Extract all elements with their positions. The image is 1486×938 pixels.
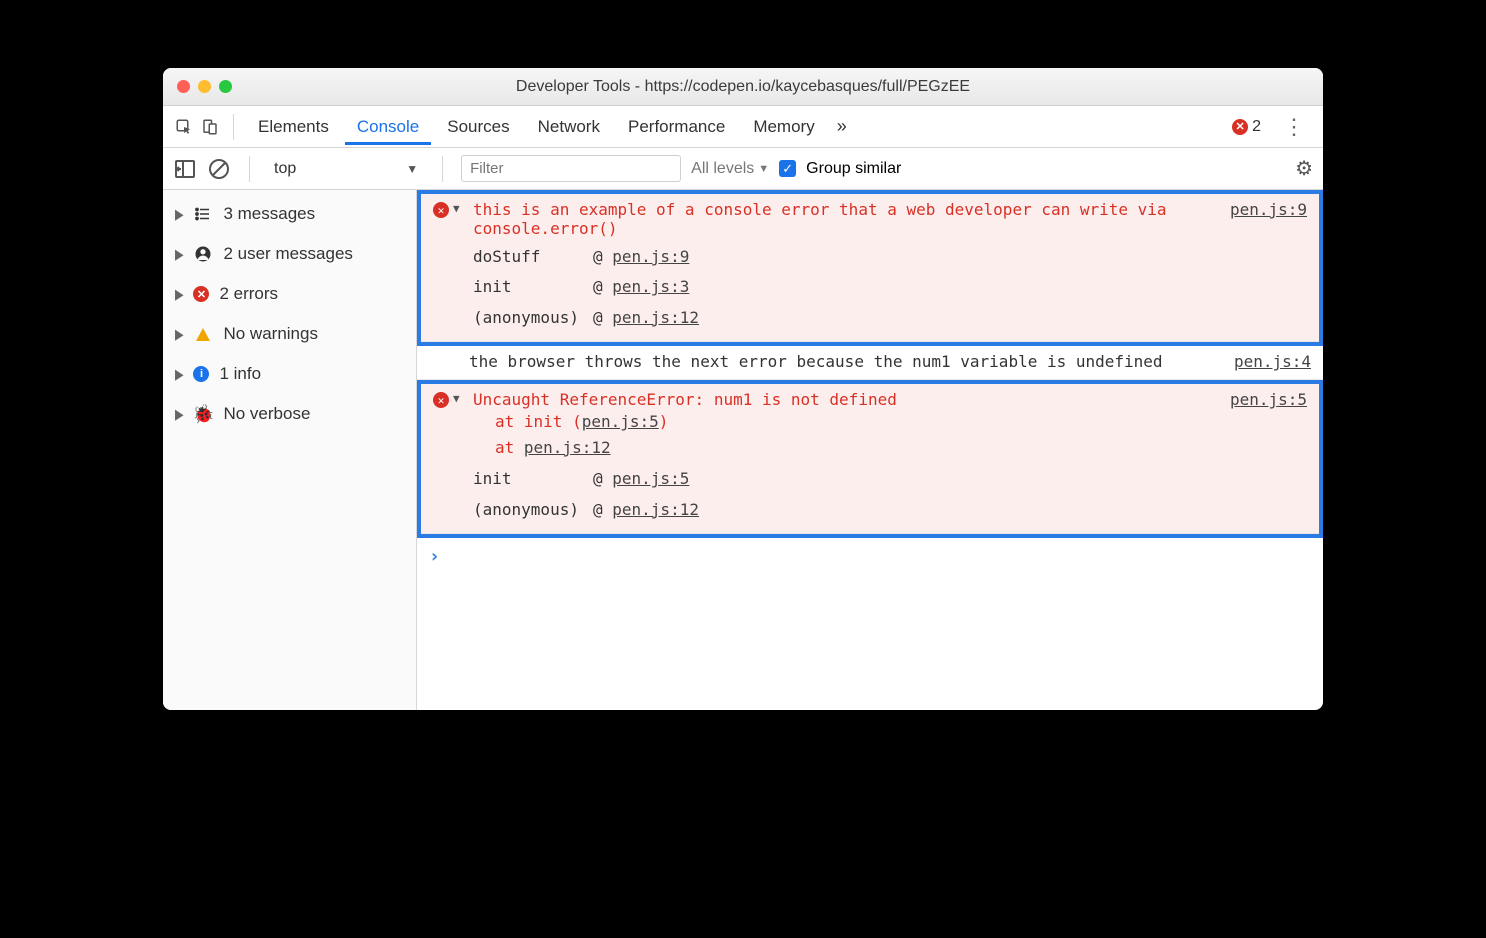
error-icon: ✕	[433, 392, 449, 408]
highlighted-error-1: ✕ ▼ pen.js:9 this is an example of a con…	[417, 190, 1323, 346]
main-tabbar: Elements Console Sources Network Perform…	[163, 106, 1323, 148]
source-link[interactable]: pen.js:9	[1230, 200, 1307, 219]
sidebar-item-label: No warnings	[223, 324, 318, 344]
sidebar-item-label: 1 info	[219, 364, 261, 384]
log-levels-dropdown[interactable]: All levels ▼	[691, 160, 769, 178]
bug-icon: 🐞	[193, 404, 213, 424]
source-link[interactable]: pen.js:5	[582, 412, 659, 431]
dropdown-arrow-icon: ▼	[758, 163, 769, 175]
info-message-text: the browser throws the next error becaus…	[457, 352, 1311, 371]
group-similar-checkbox[interactable]: ✓	[779, 160, 796, 177]
list-icon	[193, 204, 213, 224]
collapse-icon[interactable]: ▼	[453, 392, 460, 405]
error-count: 2	[1252, 118, 1261, 136]
source-link[interactable]: pen.js:12	[612, 308, 699, 327]
highlighted-error-2: ✕ ▼ pen.js:5 Uncaught ReferenceError: nu…	[417, 380, 1323, 538]
stack-frame: doStuff@ pen.js:9	[473, 242, 1307, 272]
toggle-sidebar-icon[interactable]	[173, 157, 197, 181]
dropdown-arrow-icon: ▼	[406, 162, 418, 176]
error-icon: ✕	[1232, 119, 1248, 135]
window-title: Developer Tools - https://codepen.io/kay…	[163, 78, 1323, 96]
separator	[442, 156, 443, 182]
prompt-caret-icon: ›	[429, 546, 440, 567]
console-message-error: ✕ ▼ pen.js:9 this is an example of a con…	[421, 194, 1319, 342]
source-link[interactable]: pen.js:5	[1230, 390, 1307, 409]
error-count-badge[interactable]: ✕ 2	[1232, 118, 1261, 136]
console-toolbar: top ▼ All levels ▼ ✓ Group similar ⚙	[163, 148, 1323, 190]
sidebar-item-label: 2 user messages	[223, 244, 352, 264]
context-label: top	[274, 160, 296, 178]
user-icon	[193, 244, 213, 264]
stack-trace: doStuff@ pen.js:9 init@ pen.js:3 (anonym…	[461, 242, 1307, 333]
expand-icon: ▶	[175, 406, 183, 423]
device-toolbar-icon[interactable]	[199, 116, 221, 138]
inspect-element-icon[interactable]	[173, 116, 195, 138]
sidebar-item-label: 3 messages	[223, 204, 315, 224]
source-link[interactable]: pen.js:3	[612, 277, 689, 296]
sidebar-item-messages[interactable]: ▶ 3 messages	[163, 194, 416, 234]
expand-icon: ▶	[175, 326, 183, 343]
context-dropdown[interactable]: top ▼	[268, 160, 424, 178]
tab-memory[interactable]: Memory	[741, 109, 826, 145]
levels-label: All levels	[691, 160, 754, 178]
source-link[interactable]: pen.js:12	[612, 500, 699, 519]
sidebar-item-info[interactable]: ▶ i 1 info	[163, 354, 416, 394]
tab-console[interactable]: Console	[345, 109, 431, 145]
info-icon: i	[193, 366, 209, 382]
filter-input[interactable]	[461, 155, 681, 182]
settings-menu-button[interactable]: ⋮	[1275, 114, 1313, 140]
error-message-text: Uncaught ReferenceError: num1 is not def…	[461, 390, 1307, 409]
tab-performance[interactable]: Performance	[616, 109, 737, 145]
stack-frame: init@ pen.js:5	[473, 464, 1307, 494]
console-settings-icon[interactable]: ⚙	[1295, 156, 1313, 181]
stack-frame: (anonymous)@ pen.js:12	[473, 303, 1307, 333]
clear-console-icon[interactable]	[207, 157, 231, 181]
error-icon: ✕	[433, 202, 449, 218]
sidebar-item-label: 2 errors	[219, 284, 278, 304]
tabs-overflow-button[interactable]: »	[831, 112, 853, 141]
group-similar-label: Group similar	[806, 160, 901, 178]
devtools-window: Developer Tools - https://codepen.io/kay…	[163, 68, 1323, 710]
console-output: ✕ ▼ pen.js:9 this is an example of a con…	[417, 190, 1323, 710]
separator	[233, 114, 234, 140]
stack-frame: (anonymous)@ pen.js:12	[473, 495, 1307, 525]
tab-elements[interactable]: Elements	[246, 109, 341, 145]
console-prompt[interactable]: ›	[417, 538, 1323, 575]
expand-icon: ▶	[175, 366, 183, 383]
console-sidebar: ▶ 3 messages ▶ 2 user messages ▶ ✕ 2 err…	[163, 190, 417, 710]
sidebar-item-user-messages[interactable]: ▶ 2 user messages	[163, 234, 416, 274]
expand-icon: ▶	[175, 246, 183, 263]
sidebar-item-label: No verbose	[223, 404, 310, 424]
source-link[interactable]: pen.js:9	[612, 247, 689, 266]
console-message-error: ✕ ▼ pen.js:5 Uncaught ReferenceError: nu…	[421, 384, 1319, 534]
source-link[interactable]: pen.js:5	[612, 469, 689, 488]
expand-icon: ▶	[175, 286, 183, 303]
separator	[249, 156, 250, 182]
source-link[interactable]: pen.js:4	[1234, 352, 1311, 371]
tab-sources[interactable]: Sources	[435, 109, 521, 145]
tab-network[interactable]: Network	[526, 109, 612, 145]
stack-trace: init@ pen.js:5 (anonymous)@ pen.js:12	[461, 464, 1307, 525]
error-icon: ✕	[193, 286, 209, 302]
warning-icon	[193, 324, 213, 344]
source-link[interactable]: pen.js:12	[524, 438, 611, 457]
sidebar-item-warnings[interactable]: ▶ No warnings	[163, 314, 416, 354]
inline-stack: at init (pen.js:5) at pen.js:12	[461, 409, 1307, 460]
console-body: ▶ 3 messages ▶ 2 user messages ▶ ✕ 2 err…	[163, 190, 1323, 710]
console-message-info: pen.js:4 the browser throws the next err…	[417, 346, 1323, 380]
titlebar: Developer Tools - https://codepen.io/kay…	[163, 68, 1323, 106]
sidebar-item-verbose[interactable]: ▶ 🐞 No verbose	[163, 394, 416, 434]
collapse-icon[interactable]: ▼	[453, 202, 460, 215]
expand-icon: ▶	[175, 206, 183, 223]
sidebar-item-errors[interactable]: ▶ ✕ 2 errors	[163, 274, 416, 314]
error-message-text: this is an example of a console error th…	[461, 200, 1307, 238]
stack-frame: init@ pen.js:3	[473, 272, 1307, 302]
